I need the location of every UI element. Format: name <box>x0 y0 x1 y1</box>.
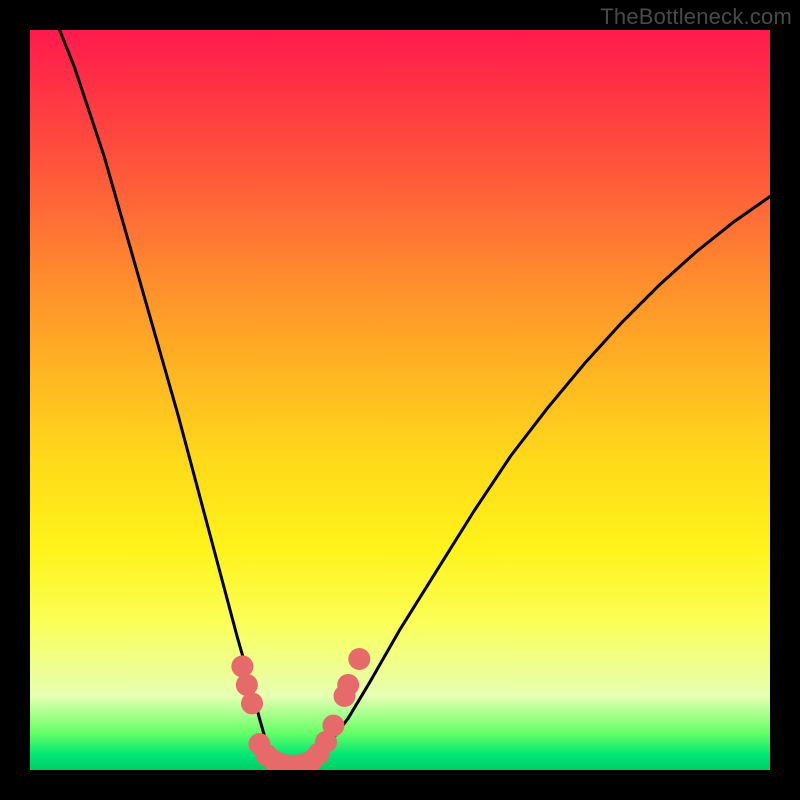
chart-svg <box>30 30 770 770</box>
watermark-label: TheBottleneck.com <box>600 4 792 30</box>
data-marker <box>337 674 359 696</box>
chart-frame: TheBottleneck.com <box>0 0 800 800</box>
plot-area <box>30 30 770 770</box>
marker-layer <box>231 648 370 770</box>
curve-left-branch <box>60 30 275 763</box>
curve-layer <box>60 30 770 768</box>
data-marker <box>348 648 370 670</box>
curve-right-branch <box>311 197 770 763</box>
data-marker <box>241 692 263 714</box>
data-marker <box>322 715 344 737</box>
data-marker <box>236 674 258 696</box>
data-marker <box>231 655 253 677</box>
